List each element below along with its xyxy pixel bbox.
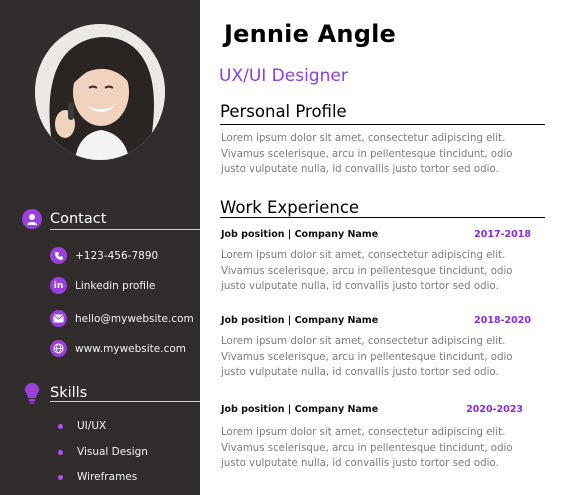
skill-item: Wireframes <box>58 471 137 483</box>
work-experience-heading: Work Experience <box>220 198 360 217</box>
text-line: Vivamus scelerisque, arcu in pellentesqu… <box>221 442 513 454</box>
sidebar: Contact +123-456-7890 in Linkedin profil… <box>0 0 200 495</box>
text-line: justo vulputate nulla, id convallis just… <box>221 367 499 378</box>
text-line: Lorem ipsum dolor sit amet, consectetur … <box>221 250 506 261</box>
contact-item-email[interactable]: hello@mywebsite.com <box>50 310 194 327</box>
globe-icon <box>50 340 67 357</box>
job-header: Job position | Company Name 2020-2023 <box>221 404 531 415</box>
skill-label: Visual Design <box>77 446 148 458</box>
contact-item-linkedin[interactable]: in Linkedin profile <box>50 277 155 294</box>
text-line: Vivamus scelerisque, arcu in pellentesqu… <box>221 148 513 160</box>
bullet-icon <box>58 423 63 429</box>
text-line: Lorem ipsum dolor sit amet, consectetur … <box>221 133 506 144</box>
job-position: Job position | Company Name <box>221 404 379 415</box>
job-dates: 2017-2018 <box>474 229 531 240</box>
job-dates: 2020-2023 <box>466 404 523 415</box>
personal-profile-text: Lorem ipsum dolor sit amet, consectetur … <box>221 131 541 178</box>
personal-profile-heading: Personal Profile <box>220 102 347 121</box>
avatar <box>35 24 165 160</box>
job-dates: 2018-2020 <box>474 315 531 326</box>
text-line: Vivamus scelerisque, arcu in pellentesqu… <box>221 351 513 363</box>
user-icon <box>22 209 42 229</box>
contact-phone: +123-456-7890 <box>75 249 159 262</box>
job-position: Job position | Company Name <box>221 315 379 326</box>
text-line: justo vulputate nulla, id convallis just… <box>221 164 499 175</box>
lightbulb-icon <box>22 382 42 404</box>
work-experience-divider <box>220 217 545 218</box>
skills-divider <box>50 401 200 402</box>
linkedin-icon: in <box>50 277 67 294</box>
resume-page: Contact +123-456-7890 in Linkedin profil… <box>0 0 561 495</box>
text-line: Lorem ipsum dolor sit amet, consectetur … <box>221 427 506 438</box>
job-header: Job position | Company Name 2018-2020 <box>221 315 531 326</box>
avatar-photo <box>35 24 165 160</box>
contact-header: Contact <box>22 209 106 229</box>
candidate-name: Jennie Angle <box>224 20 396 48</box>
bullet-icon <box>58 474 63 480</box>
skill-label: UI/UX <box>77 420 107 432</box>
contact-item-website[interactable]: www.mywebsite.com <box>50 340 186 357</box>
contact-heading: Contact <box>50 211 107 227</box>
text-line: Lorem ipsum dolor sit amet, consectetur … <box>221 336 506 347</box>
email-icon <box>50 310 67 327</box>
job-description: Lorem ipsum dolor sit amet, consectetur … <box>221 425 541 472</box>
personal-profile-divider <box>220 124 545 125</box>
skill-item: Visual Design <box>58 446 148 458</box>
contact-divider <box>50 229 200 230</box>
contact-linkedin[interactable]: Linkedin profile <box>75 280 155 292</box>
text-line: Vivamus scelerisque, arcu in pellentesqu… <box>221 265 513 277</box>
phone-icon <box>50 247 67 264</box>
skills-heading: Skills <box>50 385 88 401</box>
text-line: justo vulputate nulla, id convallis just… <box>221 458 499 469</box>
skill-item: UI/UX <box>58 420 106 432</box>
skill-label: Wireframes <box>77 471 138 483</box>
job-description: Lorem ipsum dolor sit amet, consectetur … <box>221 248 541 295</box>
bullet-icon <box>58 449 63 455</box>
job-position: Job position | Company Name <box>221 229 379 240</box>
contact-email[interactable]: hello@mywebsite.com <box>75 313 194 325</box>
contact-website[interactable]: www.mywebsite.com <box>75 343 186 355</box>
candidate-title: UX/UI Designer <box>219 66 348 86</box>
text-line: justo vulputate nulla, id convallis just… <box>221 281 499 292</box>
job-header: Job position | Company Name 2017-2018 <box>221 229 531 240</box>
contact-item-phone: +123-456-7890 <box>50 247 158 264</box>
job-description: Lorem ipsum dolor sit amet, consectetur … <box>221 334 541 381</box>
